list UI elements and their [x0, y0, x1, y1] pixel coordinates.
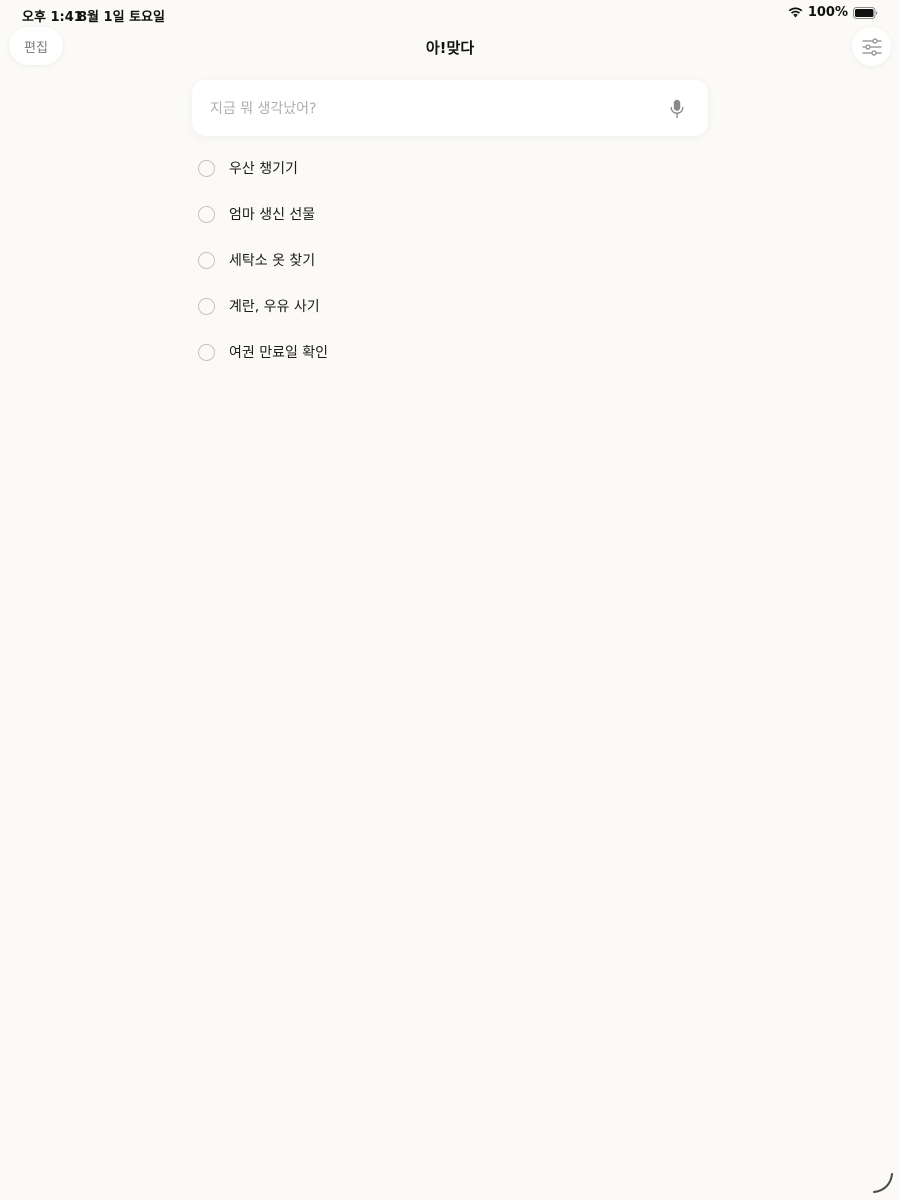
todo-label: 엄마 생신 선물: [229, 207, 316, 223]
todo-label: 여권 만료일 확인: [229, 345, 329, 361]
status-bar: 오후 1:41 8월 1일 토요일 100%: [0, 0, 900, 28]
microphone-icon: [670, 99, 684, 119]
todo-item[interactable]: 세탁소 옷 찾기: [198, 237, 328, 283]
todo-item[interactable]: 여권 만료일 확인: [198, 329, 328, 375]
quick-add-input[interactable]: [208, 80, 652, 138]
battery-icon: [853, 6, 878, 19]
settings-button[interactable]: [852, 27, 891, 66]
page-title: 아!맞다: [425, 39, 475, 57]
todo-checkbox[interactable]: [198, 297, 215, 315]
status-date: 8월 1일 토요일: [78, 10, 165, 25]
status-indicators: 100%: [788, 5, 878, 20]
todo-label: 세탁소 옷 찾기: [229, 253, 316, 269]
quick-add-box: [192, 80, 708, 138]
todo-list: 우산 챙기기 엄마 생신 선물 세탁소 옷 찾기 계란, 우유 사기 여권 만료…: [198, 145, 328, 375]
todo-checkbox[interactable]: [198, 343, 215, 361]
battery-percent: 100%: [807, 5, 848, 20]
todo-label: 우산 챙기기: [229, 161, 298, 177]
wifi-icon: [788, 7, 803, 19]
todo-label: 계란, 우유 사기: [229, 299, 320, 315]
todo-item[interactable]: 우산 챙기기: [198, 145, 328, 191]
corner-resize-indicator: [872, 1172, 894, 1194]
sliders-icon: [861, 37, 882, 56]
status-time: 오후 1:41: [22, 10, 83, 25]
todo-checkbox[interactable]: [198, 159, 215, 177]
mic-button[interactable]: [666, 98, 688, 120]
todo-item[interactable]: 엄마 생신 선물: [198, 191, 328, 237]
todo-item[interactable]: 계란, 우유 사기: [198, 283, 328, 329]
todo-checkbox[interactable]: [198, 205, 215, 223]
todo-checkbox[interactable]: [198, 251, 215, 269]
